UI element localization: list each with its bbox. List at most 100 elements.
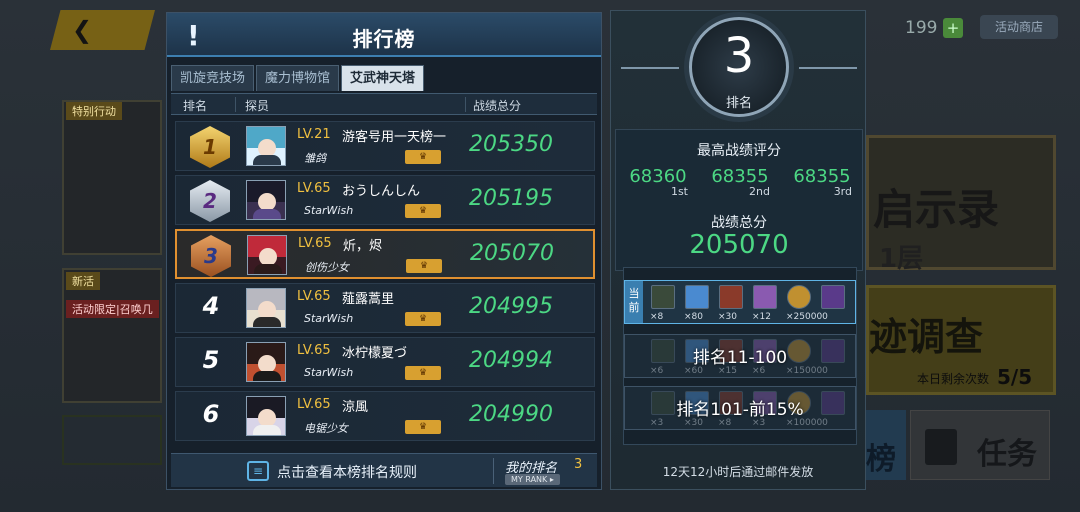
investigation-remaining-value: 5/5: [997, 365, 1033, 389]
total-score-value: 205070: [689, 230, 789, 260]
player-score: 205350: [469, 132, 553, 157]
leaderboard-title: 排行榜: [352, 27, 416, 51]
leaderboard-row[interactable]: 1 LV.21 游客号用一天榜一 雏鸽 ♛ 205350: [175, 121, 595, 171]
reward-tier-101-15pct[interactable]: ×3 ×30 ×8 ×3 ×100000 排名101-前15%: [624, 386, 856, 430]
leaderboard-row[interactable]: 4 LV.65 薤露蒿里 StarWish ♛ 204995: [175, 283, 595, 333]
player-name: 炘，烬: [343, 239, 383, 254]
bronze-medal-icon: 3: [191, 235, 231, 277]
reward-tier-label: 排名101-前15%: [676, 400, 804, 420]
leaderboard-row[interactable]: 6 LV.65 涼風 电锯少女 ♛ 204990: [175, 391, 595, 441]
leaderboard-row[interactable]: 5 LV.65 冰柠檬夏づ StarWish ♛ 204994: [175, 337, 595, 387]
player-guild: 电锯少女: [304, 422, 348, 435]
player-score: 205195: [469, 186, 553, 211]
guild-badge-icon: ♛: [406, 259, 442, 273]
leaderboard-row[interactable]: 2 LV.65 おうしんしん StarWish ♛ 205195: [175, 175, 595, 225]
apocalypse-title: 启示录: [873, 185, 1000, 234]
column-rank: 排名: [183, 99, 208, 113]
player-guild: StarWish: [304, 366, 354, 379]
player-score: 204994: [469, 348, 553, 373]
tab-arena[interactable]: 凯旋竞技场: [171, 65, 255, 91]
best-scores-title: 最高战绩评分: [697, 143, 781, 159]
column-divider: [235, 97, 236, 112]
rewards-list: 当前 ×8 ×80 ×30 ×12 ×250000 ×6 ×60 ×15 ×6 …: [623, 267, 857, 445]
tab-museum[interactable]: 魔力博物馆: [256, 65, 340, 91]
rank-number: 4: [202, 292, 220, 320]
player-guild: StarWish: [304, 312, 354, 325]
back-button[interactable]: ❮: [50, 10, 155, 50]
player-score: 204995: [469, 294, 553, 319]
player-guild: 创伤少女: [305, 261, 349, 274]
flame-shard-icon[interactable]: ×30: [718, 285, 743, 322]
column-divider: [465, 97, 466, 112]
silver-medal-icon: 2: [190, 180, 230, 222]
ranking-label: 榜: [866, 442, 896, 477]
column-header: 排名 探员 战绩总分: [171, 93, 597, 115]
player-name: 薤露蒿里: [342, 292, 395, 307]
best-scores-box: 最高战绩评分 68360 1st 68355 2nd 68355 3rd 战绩总…: [615, 129, 863, 271]
tab-tower[interactable]: 艾武神天塔: [341, 65, 425, 91]
apocalypse-floor: 1层: [879, 244, 924, 274]
avatar[interactable]: [246, 288, 286, 328]
mail-delivery-note: 12天12小时后通过邮件发放: [662, 465, 814, 479]
card-pack-icon[interactable]: ×8: [650, 285, 675, 322]
guild-badge-icon: ♛: [405, 366, 441, 380]
event-shop-button[interactable]: 活动商店: [980, 15, 1058, 39]
bg-bottom-left-card: [62, 415, 162, 465]
reward-tier-11-100[interactable]: ×6 ×60 ×15 ×6 ×150000 排名11-100: [624, 334, 856, 378]
decor-line: [621, 67, 679, 69]
best-score-3: 68355 3rd: [782, 166, 862, 198]
current-tag: 当前: [625, 281, 643, 323]
player-level: LV.65: [298, 236, 332, 251]
investigation-remaining-label: 本日剩余次数: [917, 372, 990, 386]
bg-event-card-1: [62, 100, 162, 255]
add-currency-icon[interactable]: +: [943, 18, 963, 38]
reward-tier-current[interactable]: 当前 ×8 ×80 ×30 ×12 ×250000: [624, 280, 856, 324]
player-level: LV.65: [297, 289, 331, 304]
avatar[interactable]: [246, 180, 286, 220]
leaderboard-footer: ≡ 点击查看本榜排名规则 我的排名 3 MY RANK ▸: [171, 453, 597, 487]
investigation-title: 迹调查: [869, 315, 984, 359]
gold-coin-icon[interactable]: ×250000: [786, 285, 828, 322]
potion-icon[interactable]: ×12: [752, 285, 777, 322]
my-rank-value: 3: [574, 457, 583, 472]
guild-badge-icon: ♛: [405, 204, 441, 218]
leaderboard-row-mine[interactable]: 3 LV.65 炘，烬 创伤少女 ♛ 205070: [175, 229, 595, 279]
best-score-value: 68355: [711, 166, 769, 187]
player-level: LV.65: [297, 397, 331, 412]
column-player: 探员: [245, 99, 270, 113]
best-score-2: 68355 2nd: [700, 166, 780, 198]
guild-badge-icon: ♛: [405, 312, 441, 326]
leaderboard-tabs: 凯旋竞技场 魔力博物馆 艾武神天塔: [171, 65, 425, 91]
crystal-icon[interactable]: ×80: [684, 285, 709, 322]
avatar[interactable]: [247, 235, 287, 275]
back-arrow-icon: ❮: [72, 16, 93, 44]
ranking-button[interactable]: 榜: [866, 410, 906, 480]
rules-link[interactable]: 点击查看本榜排名规则: [277, 462, 417, 482]
bg-event-tag-1: 特别行动: [66, 102, 122, 120]
total-score-label: 战绩总分: [711, 215, 767, 231]
apocalypse-card[interactable]: 启示录 1层: [866, 135, 1056, 274]
task-button[interactable]: 任务: [910, 410, 1050, 480]
task-list-icon: [925, 429, 957, 465]
guild-badge-icon: ♛: [405, 150, 441, 164]
player-level: LV.65: [297, 343, 331, 358]
player-name: おうしんしん: [342, 184, 421, 199]
task-label: 任务: [977, 437, 1037, 472]
player-level: LV.21: [297, 127, 331, 142]
investigation-card[interactable]: 迹调查 本日剩余次数 5/5: [866, 285, 1056, 395]
player-name: 涼風: [342, 400, 369, 415]
rank-number: 6: [202, 400, 220, 428]
player-name: 游客号用一天榜一: [342, 130, 447, 145]
best-score-value: 68360: [629, 166, 687, 187]
decor-line: [799, 67, 857, 69]
avatar[interactable]: [246, 342, 286, 382]
guild-badge-icon: ♛: [405, 420, 441, 434]
rank-number: 5: [202, 346, 220, 374]
avatar[interactable]: [246, 126, 286, 166]
clipboard-icon[interactable]: ≡: [247, 461, 269, 481]
rank-label: 排名: [725, 96, 752, 111]
player-score: 205070: [470, 241, 554, 266]
my-rank-button[interactable]: MY RANK ▸: [505, 474, 560, 485]
avatar[interactable]: [246, 396, 286, 436]
gem-icon[interactable]: [821, 285, 845, 309]
